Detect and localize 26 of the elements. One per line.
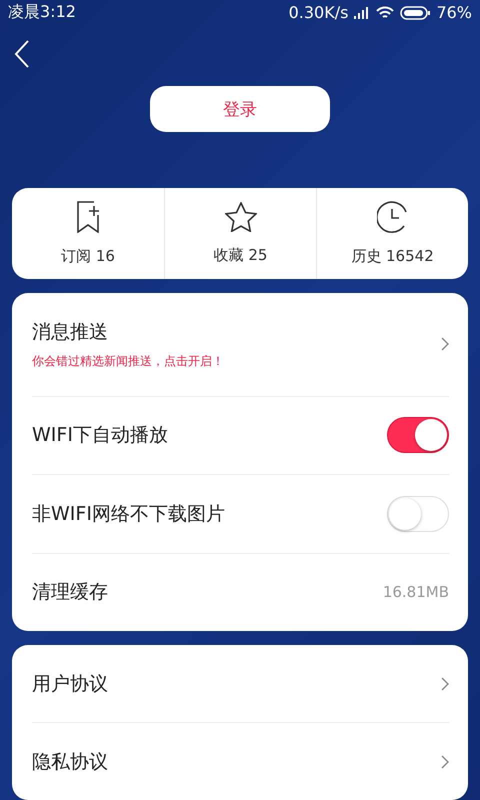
- chevron-icon: [441, 754, 449, 769]
- signal-icon: [354, 6, 370, 19]
- back-icon[interactable]: [14, 40, 30, 68]
- chevron-icon: [441, 676, 449, 691]
- setting-title: WIFI下自动播放: [32, 423, 168, 448]
- chevron-icon: [441, 337, 449, 352]
- clock-icon: [376, 200, 408, 233]
- stat-label[interactable]: 历史 16542: [351, 246, 434, 266]
- star-icon: [224, 202, 256, 232]
- setting-title: 非WIFI网络不下载图片: [32, 502, 225, 527]
- stat-label[interactable]: 收藏 25: [214, 246, 268, 265]
- setting-title: 消息推送: [32, 320, 109, 345]
- network-speed: 0.30K/s: [288, 3, 348, 22]
- cache-size: 16.81MB: [382, 583, 449, 602]
- setting-title: 清理缓存: [32, 580, 108, 606]
- stat-label[interactable]: 订阅 16: [61, 246, 115, 266]
- setting-title: 用户协议: [32, 672, 108, 697]
- battery-level: 76%: [436, 3, 472, 22]
- status-time: 凌晨3:12: [8, 2, 76, 24]
- wifi-icon: [376, 6, 394, 20]
- login-button[interactable]: 登录: [150, 86, 330, 132]
- setting-title: 隐私协议: [32, 750, 108, 775]
- battery-icon: [400, 6, 430, 20]
- toggle-switch[interactable]: [387, 417, 449, 454]
- bookmark-plus-icon: [76, 200, 100, 233]
- setting-hint: 你会错过精选新闻推送，点击开启！: [32, 352, 224, 370]
